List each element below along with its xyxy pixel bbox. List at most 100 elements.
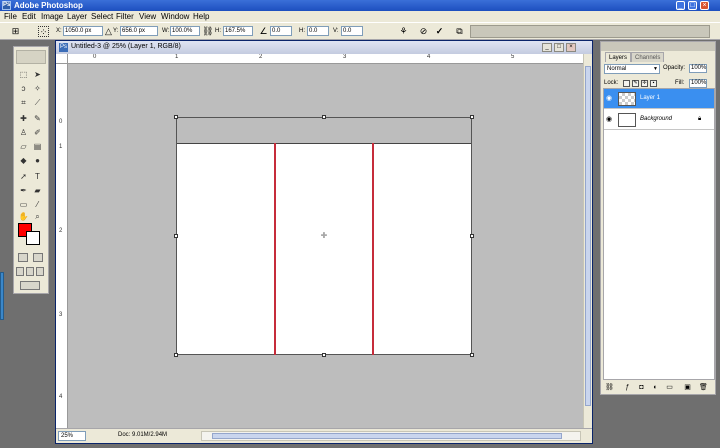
new-group-icon[interactable]: ▭ xyxy=(665,384,674,392)
quick-mask-mode-icon[interactable] xyxy=(33,253,43,262)
delete-layer-icon[interactable]: 🗑︎ xyxy=(699,384,708,392)
add-mask-icon[interactable]: ◘ xyxy=(637,384,646,392)
slice-tool-icon[interactable]: ⟋ xyxy=(32,97,43,108)
menu-file[interactable]: File xyxy=(4,12,17,21)
magic-wand-tool-icon[interactable]: ✧ xyxy=(32,83,43,94)
brush-tool-icon[interactable]: ✎ xyxy=(32,113,43,124)
gradient-tool-icon[interactable]: ▤ xyxy=(32,141,43,152)
standard-mode-icon[interactable] xyxy=(18,253,28,262)
menu-window[interactable]: Window xyxy=(161,12,189,21)
pen-tool-icon[interactable]: ✒ xyxy=(18,185,29,196)
canvas-area[interactable]: ✛ xyxy=(68,64,583,428)
menu-edit[interactable]: Edit xyxy=(22,12,36,21)
transform-handle[interactable] xyxy=(470,353,474,357)
blend-mode-select[interactable]: Normal ▼ xyxy=(604,64,660,74)
screen-mode-full-icon[interactable] xyxy=(36,267,44,276)
adobe-feather-icon[interactable] xyxy=(16,50,46,64)
lock-image-icon[interactable]: ✎ xyxy=(632,80,639,87)
path-selection-tool-icon[interactable]: ➚ xyxy=(18,171,29,182)
reference-point-icon[interactable]: ⁘ xyxy=(38,26,49,37)
horizontal-ruler[interactable]: 0 1 2 3 4 5 xyxy=(68,54,583,64)
tab-channels[interactable]: Channels xyxy=(631,52,665,62)
vertical-ruler[interactable]: 0 1 2 3 4 xyxy=(56,64,68,428)
crop-tool-icon[interactable]: ⌗ xyxy=(18,97,29,108)
lock-all-icon[interactable]: ▪ xyxy=(650,80,657,87)
menu-select[interactable]: Select xyxy=(91,12,113,21)
zoom-tool-icon[interactable]: ⌕ xyxy=(32,211,43,222)
link-layers-icon[interactable]: ⛓ xyxy=(605,384,614,392)
hskew-field[interactable]: 0.0 xyxy=(307,26,329,36)
menu-filter[interactable]: Filter xyxy=(116,12,134,21)
background-color-swatch[interactable] xyxy=(26,231,40,245)
layer-row[interactable]: ◉ Layer 1 xyxy=(604,89,714,109)
menu-image[interactable]: Image xyxy=(41,12,63,21)
dodge-tool-icon[interactable]: ● xyxy=(32,155,43,166)
vskew-field[interactable]: 0.0 xyxy=(341,26,363,36)
screen-mode-full-menu-icon[interactable] xyxy=(26,267,34,276)
y-field[interactable]: 656.0 px xyxy=(120,26,158,36)
notes-tool-icon[interactable]: ▭ xyxy=(18,199,29,210)
transform-center-icon[interactable]: ✛ xyxy=(320,232,328,240)
opacity-field[interactable]: 100% xyxy=(689,64,707,73)
minimize-button[interactable]: _ xyxy=(676,1,685,10)
link-icon[interactable]: ⛓ xyxy=(202,26,213,37)
transform-handle[interactable] xyxy=(174,353,178,357)
close-button[interactable]: × xyxy=(700,1,709,10)
layer-row[interactable]: ◉ Background 🔒︎ xyxy=(604,110,714,130)
move-tool-icon[interactable]: ➤ xyxy=(32,69,43,80)
eye-icon[interactable]: ◉ xyxy=(606,116,612,124)
fill-field[interactable]: 100% xyxy=(689,79,707,88)
lock-transparency-icon[interactable] xyxy=(623,80,630,87)
scroll-thumb[interactable] xyxy=(585,66,591,406)
layer-style-icon[interactable]: ƒ xyxy=(623,384,632,392)
menu-layer[interactable]: Layer xyxy=(67,12,87,21)
doc-close-button[interactable]: × xyxy=(566,43,576,52)
transform-handle[interactable] xyxy=(174,115,178,119)
zoom-field[interactable]: 25% xyxy=(58,431,86,441)
vertical-scrollbar[interactable] xyxy=(583,54,592,428)
transform-handle[interactable] xyxy=(322,353,326,357)
palette-well-icon[interactable]: ⧉ xyxy=(454,26,465,37)
doc-maximize-button[interactable]: □ xyxy=(554,43,564,52)
eyedropper-tool-icon[interactable]: ⁄ xyxy=(32,199,43,210)
angle-field[interactable]: 0.0 xyxy=(270,26,292,36)
adjustment-layer-icon[interactable]: ◐ xyxy=(651,384,660,392)
cancel-transform-icon[interactable]: ⊘ xyxy=(418,26,429,37)
commit-transform-icon[interactable]: ✓ xyxy=(434,26,445,37)
shape-tool-icon[interactable]: ▰ xyxy=(32,185,43,196)
new-layer-icon[interactable]: ▣ xyxy=(683,384,692,392)
scroll-thumb[interactable] xyxy=(212,433,562,439)
collapsed-panel-tab[interactable] xyxy=(0,272,4,320)
healing-brush-tool-icon[interactable]: ✚ xyxy=(18,113,29,124)
jump-to-imageready-icon[interactable] xyxy=(20,281,40,290)
document-info[interactable]: Doc: 9.01M/2.94M xyxy=(118,432,167,438)
eye-icon[interactable]: ◉ xyxy=(606,95,612,103)
lock-position-icon[interactable]: ✛ xyxy=(641,80,648,87)
lasso-tool-icon[interactable]: ↄ xyxy=(18,83,29,94)
transform-handle[interactable] xyxy=(322,115,326,119)
warp-icon[interactable]: ⚘ xyxy=(398,26,409,37)
history-brush-tool-icon[interactable]: ✐ xyxy=(32,127,43,138)
transform-handle[interactable] xyxy=(470,115,474,119)
width-field[interactable]: 100.0% xyxy=(170,26,200,36)
type-tool-icon[interactable]: T xyxy=(32,171,43,182)
hand-tool-icon[interactable]: ✋ xyxy=(18,211,29,222)
clone-stamp-tool-icon[interactable]: ♙ xyxy=(18,127,29,138)
palette-title-bar[interactable] xyxy=(601,42,715,51)
horizontal-scrollbar[interactable] xyxy=(201,431,581,441)
eraser-tool-icon[interactable]: ▱ xyxy=(18,141,29,152)
transform-handle[interactable] xyxy=(174,234,178,238)
maximize-button[interactable]: □ xyxy=(688,1,697,10)
menu-view[interactable]: View xyxy=(139,12,156,21)
marquee-tool-icon[interactable]: ⬚ xyxy=(18,69,29,80)
screen-mode-standard-icon[interactable] xyxy=(16,267,24,276)
tab-layers[interactable]: Layers xyxy=(605,52,632,62)
x-field[interactable]: 1050.0 px xyxy=(63,26,103,36)
height-field[interactable]: 167.5% xyxy=(223,26,253,36)
ruler-origin[interactable] xyxy=(56,54,68,64)
layer-content[interactable] xyxy=(177,143,471,354)
blur-tool-icon[interactable]: ◆ xyxy=(18,155,29,166)
transform-handle[interactable] xyxy=(470,234,474,238)
menu-help[interactable]: Help xyxy=(193,12,209,21)
doc-minimize-button[interactable]: _ xyxy=(542,43,552,52)
